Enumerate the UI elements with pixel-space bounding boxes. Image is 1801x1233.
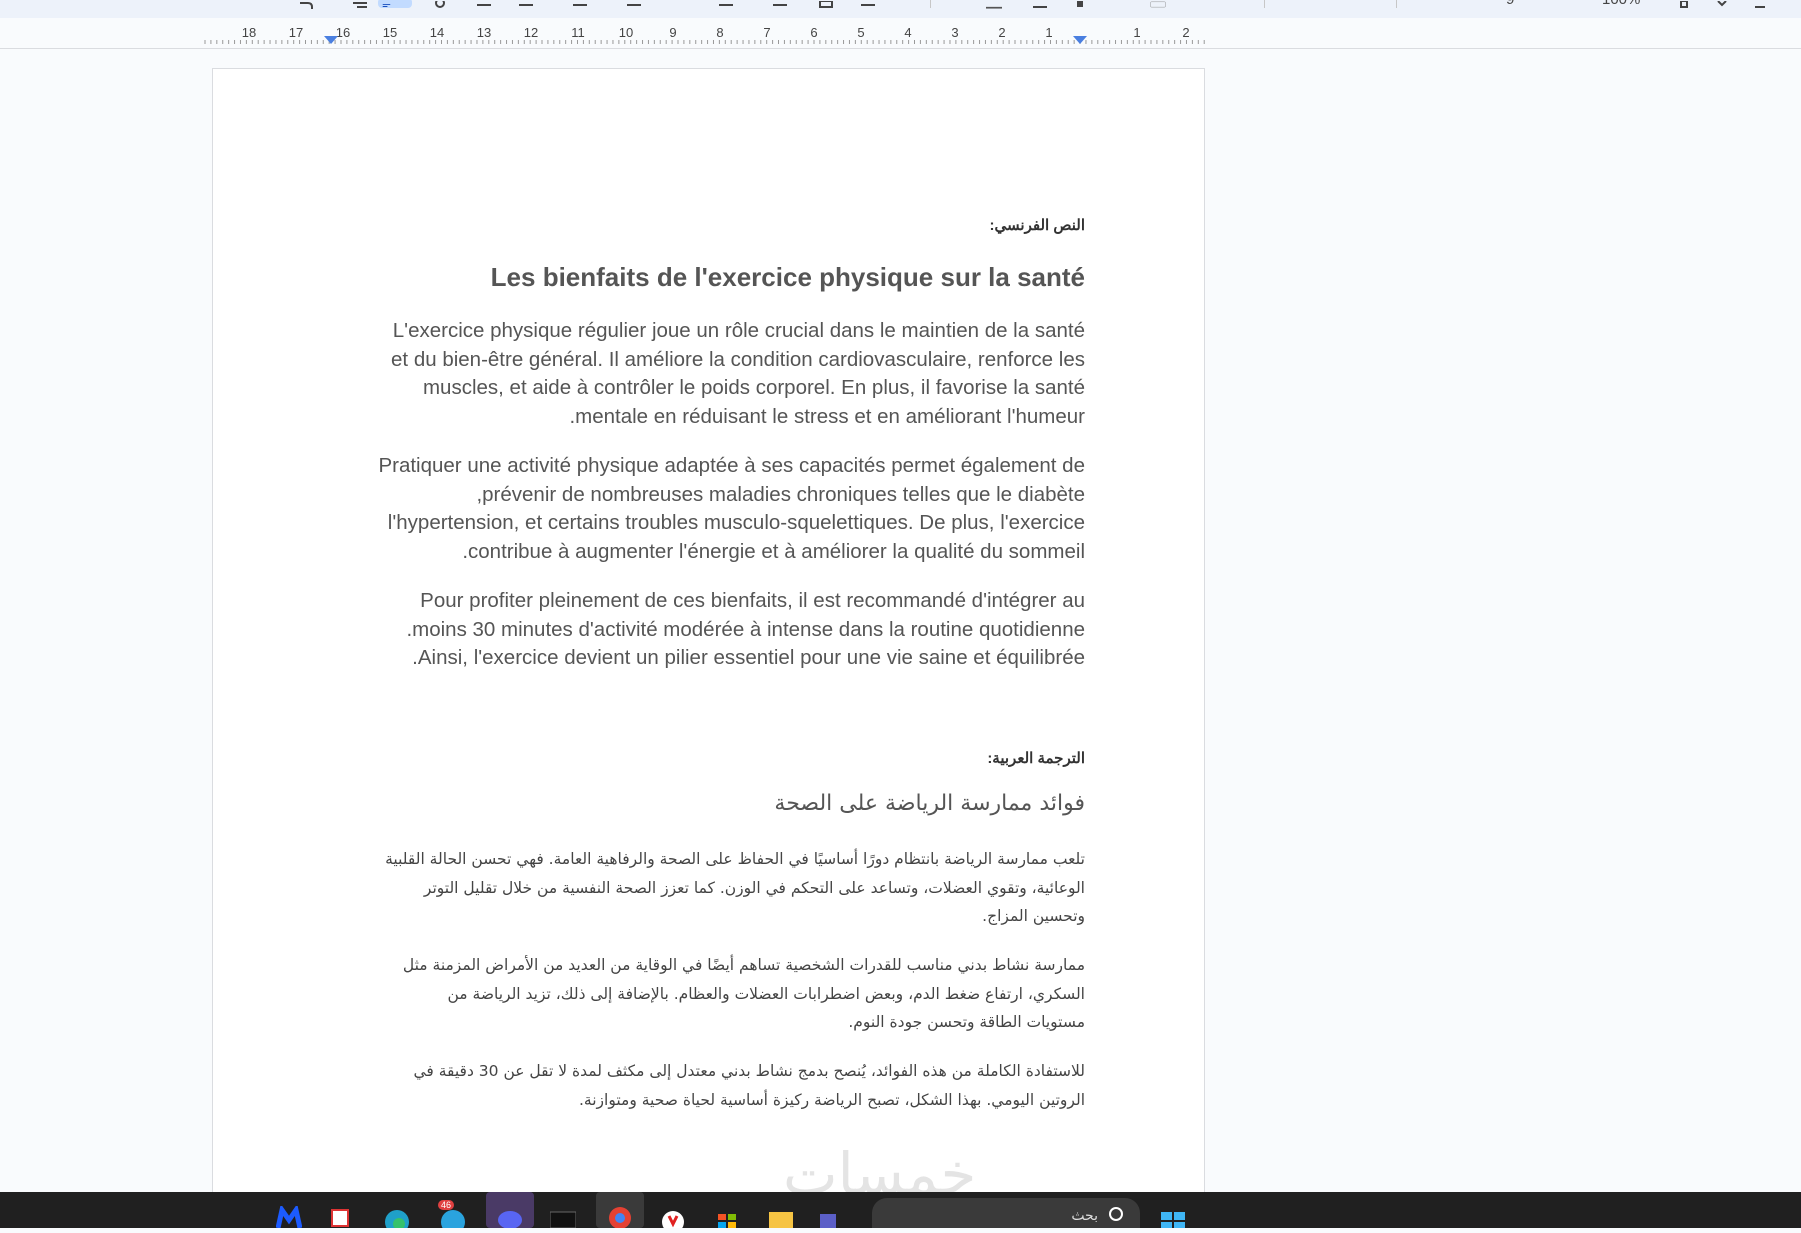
terminal-icon[interactable] <box>549 1206 577 1229</box>
file-explorer-icon[interactable] <box>768 1206 794 1228</box>
indent-icon[interactable] <box>352 0 368 8</box>
arabic-title: فوائد ممارسة الرياضة على الصحة <box>774 791 1085 816</box>
text-line: muscles, et aide à contrôler le poids co… <box>422 376 1085 400</box>
text-line: .contribue à augmenter l'énergie et à am… <box>462 539 1085 563</box>
text-line: moins 30 minutes d'activité modérée à in… <box>406 617 1085 641</box>
checklist-icon[interactable] <box>476 0 492 8</box>
ruler-number: 1 <box>1045 25 1052 40</box>
taskbar: 46 بحث <box>0 1192 1801 1233</box>
ruler-number: 4 <box>904 25 911 40</box>
discord-icon[interactable] <box>486 1192 534 1229</box>
text-line: الوعائية، وتقوي العضلات، وتساعد على التح… <box>423 878 1085 897</box>
ruler-number: 11 <box>571 25 585 40</box>
edge-icon[interactable] <box>384 1206 410 1233</box>
toolbar-divider <box>1396 0 1397 8</box>
zoom-value[interactable]: 100% <box>1602 0 1640 8</box>
ruler-scale: 18 17 16 15 14 13 12 11 10 9 8 7 6 5 4 3 2 1 1 2 <box>204 25 1205 44</box>
microsoft-store-icon[interactable] <box>714 1206 740 1228</box>
ruler-number: 8 <box>716 25 723 40</box>
french-title: Les bienfaits de l'exercice physique sur… <box>490 262 1085 292</box>
toolbar-divider <box>1264 0 1265 8</box>
text-line: الروتين اليومي. بهذا الشكل، تصبح الرياضة… <box>579 1090 1085 1109</box>
french-paragraph-2: Pratiquer une activité physique adaptée … <box>333 452 1085 566</box>
arabic-section-label: الترجمة العربية: <box>987 750 1085 767</box>
insert-image-icon[interactable] <box>818 0 834 8</box>
comment-icon[interactable] <box>860 0 876 8</box>
text-line: .Ainsi, l'exercice devient un pilier ess… <box>412 646 1085 670</box>
font-size-value[interactable]: 9 <box>1506 0 1514 8</box>
numbered-list-icon[interactable] <box>572 0 588 8</box>
telegram-badge: 46 <box>438 1200 455 1210</box>
horizontal-ruler[interactable]: 18 17 16 15 14 13 12 11 10 9 8 7 6 5 4 3 2 1 1 2 <box>0 18 1801 49</box>
decrease-indent-icon[interactable] <box>626 0 642 8</box>
french-paragraph-1: L'exercice physique régulier joue un rôl… <box>333 317 1085 431</box>
text-line: l'hypertension, et certains troubles mus… <box>387 511 1085 535</box>
ruler-number: 10 <box>619 25 633 40</box>
text-line: تلعب ممارسة الرياضة بانتظام دورًا أساسيً… <box>385 850 1085 868</box>
text-line: Pratiquer une activité physique adaptée … <box>378 454 1085 477</box>
chrome-icon[interactable] <box>596 1192 644 1229</box>
text-line: prévenir de nombreuses maladies chroniqu… <box>476 482 1085 506</box>
ruler-number: 2 <box>998 25 1005 40</box>
ruler-number: 6 <box>810 25 817 40</box>
text-line: للاستفادة الكاملة من هذه الفوائد، يُنصح … <box>413 1062 1085 1080</box>
ruler-number: 3 <box>951 25 958 40</box>
font-size-box[interactable] <box>1150 0 1192 8</box>
text-line: مستويات الطاقة وتحسن جودة النوم. <box>848 1013 1085 1032</box>
undo-icon[interactable] <box>298 0 314 9</box>
clear-format-icon[interactable] <box>772 0 788 8</box>
text-line: السكري، ارتفاع ضغط الدم، وبعض اضطرابات ا… <box>447 984 1086 1003</box>
rtl-icon[interactable] <box>378 0 412 8</box>
text-color-icon[interactable] <box>1032 0 1048 8</box>
chevron-down-icon[interactable] <box>1714 0 1730 8</box>
search-icon <box>1109 1207 1123 1221</box>
ruler-number: 2 <box>1182 25 1189 40</box>
increase-indent-icon[interactable] <box>718 0 734 8</box>
right-indent-marker <box>1073 36 1087 44</box>
collapse-icon[interactable] <box>1752 0 1768 8</box>
text-line: ممارسة نشاط بدني مناسب للقدرات الشخصية ت… <box>402 956 1085 974</box>
ruler-number: 7 <box>763 25 770 40</box>
edit-mode-icon[interactable] <box>1676 0 1692 8</box>
telegram-icon[interactable]: 46 <box>438 1200 466 1233</box>
text-line: et du bien-être général. Il améliore la … <box>391 347 1085 371</box>
french-section-label: النص الفرنسي: <box>989 217 1085 234</box>
arabic-paragraph-2: ممارسة نشاط بدني مناسب للقدرات الشخصية ت… <box>333 951 1085 1037</box>
toolbar: 9 100% <box>0 0 1801 18</box>
ruler-number: 1 <box>1133 25 1140 40</box>
ruler-number: 15 <box>383 25 397 40</box>
bulleted-list-icon[interactable] <box>518 0 534 8</box>
ruler-number: 9 <box>669 25 676 40</box>
line-spacing-icon[interactable] <box>986 0 1014 9</box>
toolbar-divider <box>930 0 931 8</box>
text-line: Pour profiter pleinement de ces bienfait… <box>420 589 1085 612</box>
start-icon[interactable] <box>1160 1206 1186 1228</box>
ruler-number: 5 <box>857 25 864 40</box>
ruler-number: 14 <box>430 25 444 40</box>
ruler-number: 13 <box>477 25 491 40</box>
highlight-icon[interactable] <box>1072 0 1088 8</box>
taskbar-search[interactable]: بحث <box>872 1198 1140 1228</box>
document-page[interactable]: النص الفرنسي: Les bienfaits de l'exercic… <box>212 68 1205 1228</box>
text-line: L'exercice physique régulier joue un rôl… <box>392 319 1085 342</box>
ruler-number: 12 <box>524 25 538 40</box>
ruler-number: 16 <box>336 25 350 40</box>
text-line: وتحسين المزاج. <box>982 907 1085 926</box>
teams-icon[interactable] <box>818 1206 844 1228</box>
snipping-tool-icon[interactable] <box>330 1206 356 1228</box>
left-indent-marker <box>324 36 338 44</box>
arabic-paragraph-3: للاستفادة الكاملة من هذه الفوائد، يُنصح … <box>333 1057 1085 1114</box>
french-paragraph-3: Pour profiter pleinement de ces bienfait… <box>333 587 1085 673</box>
text-line: .mentale en réduisant le stress et en am… <box>569 404 1085 428</box>
search-placeholder: بحث <box>1071 1208 1098 1224</box>
ruler-number: 17 <box>289 25 303 40</box>
malwarebytes-icon[interactable] <box>275 1203 303 1229</box>
yandex-browser-icon[interactable] <box>660 1206 686 1233</box>
ruler-number: 18 <box>242 25 256 40</box>
arabic-paragraph-1: تلعب ممارسة الرياضة بانتظام دورًا أساسيً… <box>333 845 1085 931</box>
search-icon[interactable] <box>434 0 450 8</box>
